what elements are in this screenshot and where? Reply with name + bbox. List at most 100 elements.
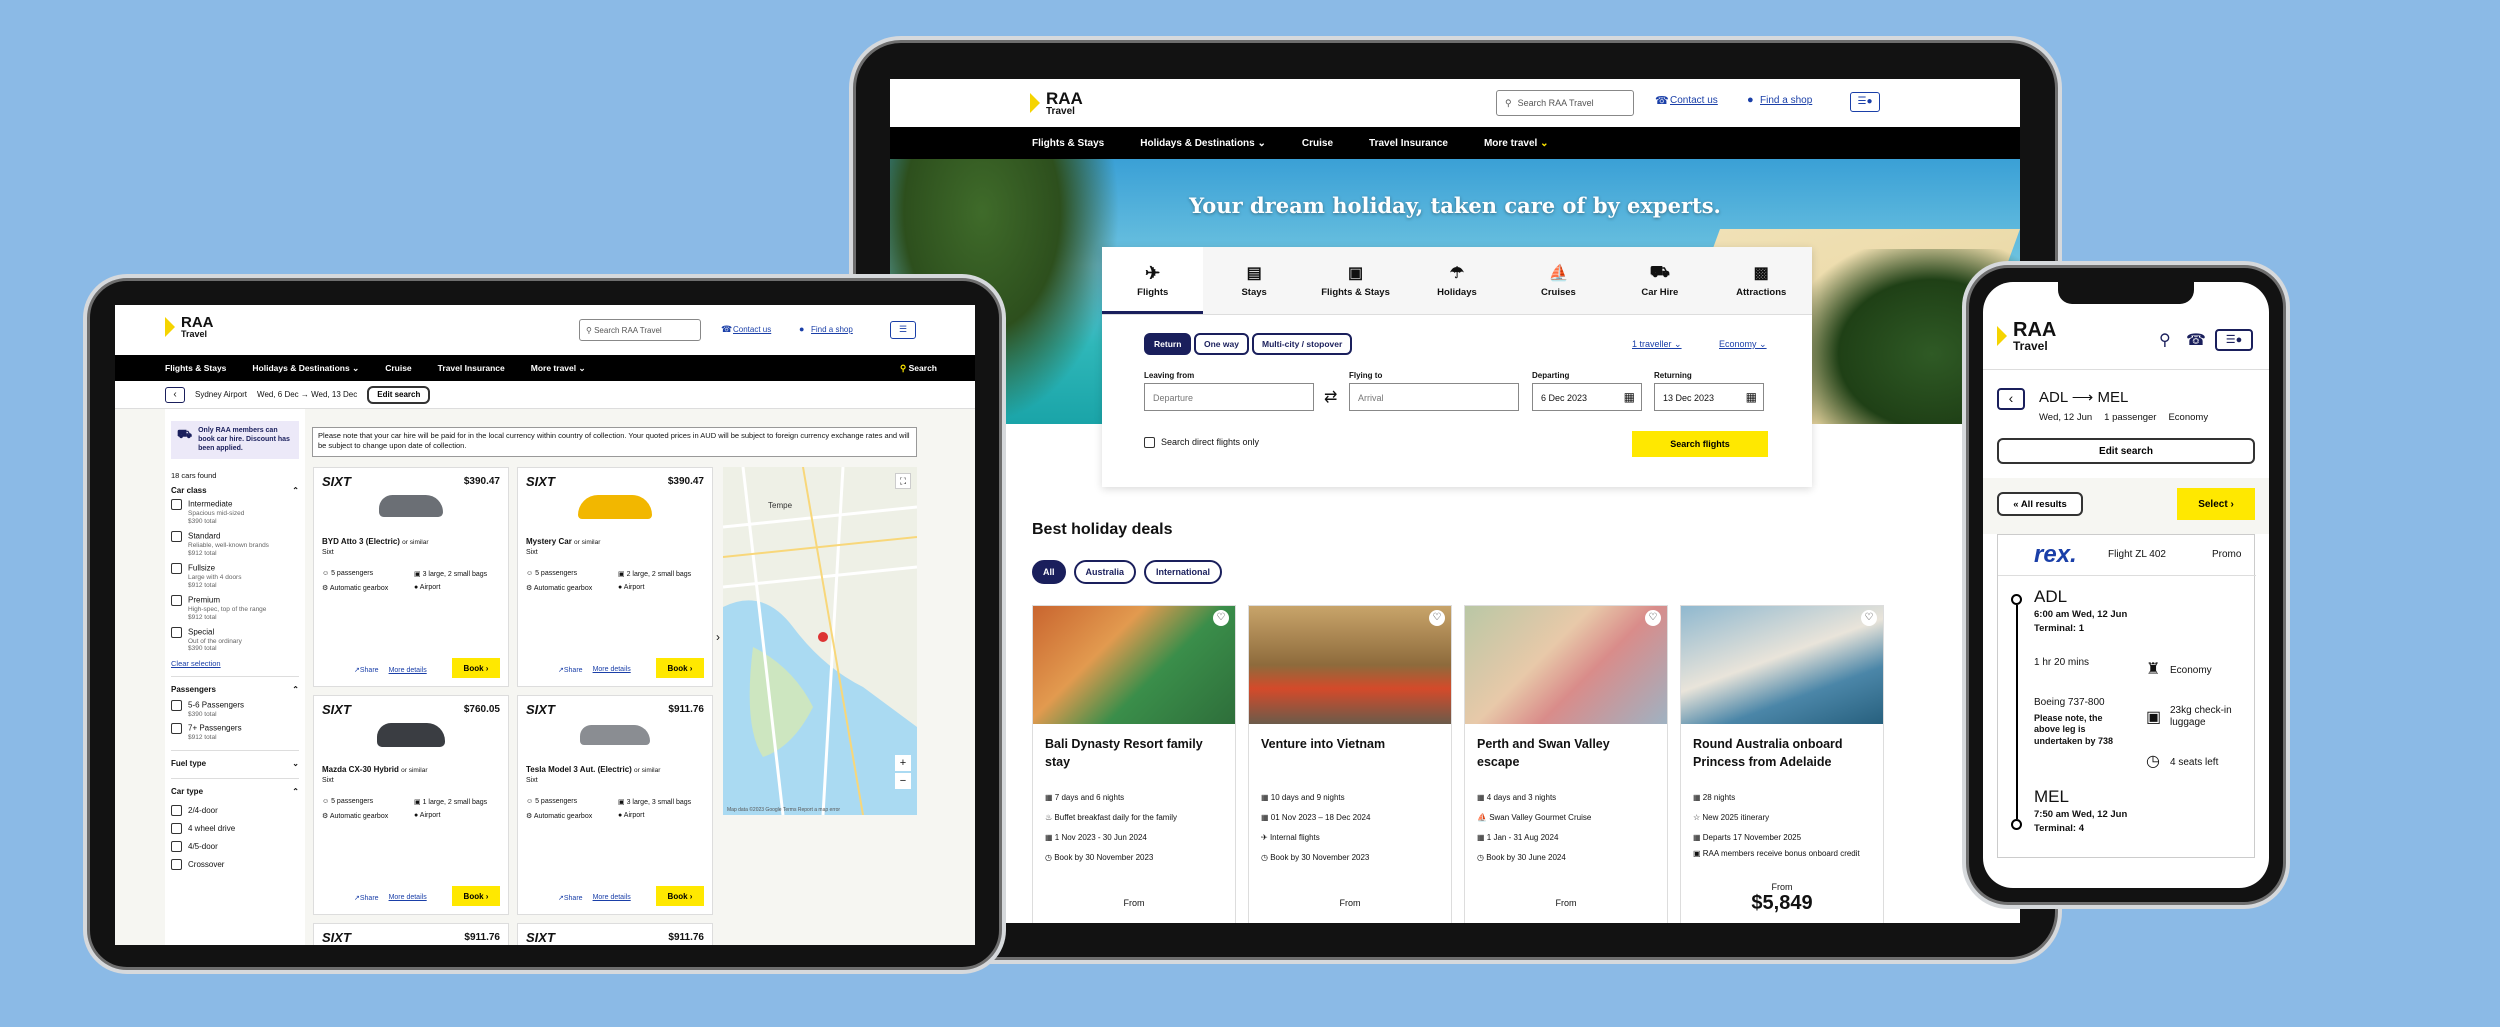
- book-button[interactable]: Book ›: [452, 658, 500, 678]
- filter-option[interactable]: 7+ Passengers $912 total: [171, 723, 299, 741]
- filter-option[interactable]: 4/5-door: [171, 838, 299, 856]
- heart-icon[interactable]: ♡: [1429, 610, 1445, 626]
- filter-all-button[interactable]: All: [1032, 560, 1066, 584]
- tab-flights-stays[interactable]: ▣ Flights & Stays: [1304, 247, 1407, 314]
- results-map[interactable]: Tempe ⛶ + − Map data ©2023 Google Terms …: [723, 467, 917, 815]
- flying-to-input[interactable]: Arrival: [1349, 383, 1519, 411]
- contact-us-link[interactable]: Contact us: [733, 325, 771, 334]
- menu-account-button[interactable]: ☰●: [2215, 329, 2253, 351]
- deal-card[interactable]: ♡ Bali Dynasty Resort family stay ▦ 7 da…: [1032, 605, 1236, 923]
- filter-option[interactable]: Standard Reliable, well-known brands $912 …: [171, 531, 299, 557]
- car-card[interactable]: SIXT $760.05 Mazda CX-30 Hybrid or simil…: [313, 695, 509, 915]
- deal-card[interactable]: ♡ Venture into Vietnam ▦ 10 days and 9 n…: [1248, 605, 1452, 923]
- share-link[interactable]: ↗Share: [354, 666, 379, 674]
- search-flights-button[interactable]: Search flights: [1632, 431, 1768, 457]
- nav-cruise[interactable]: Cruise: [1302, 138, 1333, 149]
- leaving-from-input[interactable]: Departure: [1144, 383, 1314, 411]
- edit-search-button[interactable]: Edit search: [367, 385, 431, 404]
- clear-selection-link[interactable]: Clear selection: [171, 659, 221, 668]
- menu-account-button[interactable]: ☰: [890, 321, 916, 339]
- deal-card[interactable]: ♡ Round Australia onboard Princess from …: [1680, 605, 1884, 923]
- back-button[interactable]: ‹: [1997, 388, 2025, 410]
- nav-holidays[interactable]: Holidays & Destinations ⌄: [1140, 138, 1266, 149]
- nav-search[interactable]: ⚲ Search: [900, 363, 937, 374]
- filter-option[interactable]: Crossover: [171, 856, 299, 874]
- nav-flights-stays[interactable]: Flights & Stays: [165, 363, 226, 373]
- car-type-heading[interactable]: Car type ⌃: [171, 787, 299, 796]
- trip-one-way-button[interactable]: One way: [1194, 333, 1249, 355]
- tab-car-hire[interactable]: ⛟ Car Hire: [1609, 247, 1711, 314]
- filter-international-button[interactable]: International: [1144, 560, 1223, 584]
- more-details-link[interactable]: More details: [593, 894, 631, 902]
- phone-icon[interactable]: ☎: [2186, 330, 2206, 350]
- heart-icon[interactable]: ♡: [1645, 610, 1661, 626]
- departing-input[interactable]: 6 Dec 2023 ▦: [1532, 383, 1642, 411]
- heart-icon[interactable]: ♡: [1213, 610, 1229, 626]
- search-icon[interactable]: ⚲: [2159, 330, 2171, 350]
- book-button[interactable]: Book ›: [656, 886, 704, 906]
- filter-option[interactable]: 4 wheel drive: [171, 820, 299, 838]
- raa-travel-logo[interactable]: RAA Travel: [165, 315, 214, 339]
- tab-holidays[interactable]: ☂ Holidays: [1406, 247, 1508, 314]
- map-collapse-arrow[interactable]: ›: [716, 630, 720, 644]
- nav-cruise[interactable]: Cruise: [385, 363, 411, 373]
- raa-travel-logo[interactable]: RAA Travel: [1997, 320, 2056, 352]
- zoom-out-button[interactable]: −: [895, 773, 911, 789]
- search-input[interactable]: ⚲ Search RAA Travel: [579, 319, 701, 341]
- share-link[interactable]: ↗Share: [558, 666, 583, 674]
- menu-account-button[interactable]: ☰●: [1850, 92, 1880, 112]
- more-details-link[interactable]: More details: [389, 894, 427, 902]
- filter-australia-button[interactable]: Australia: [1073, 560, 1137, 584]
- car-card[interactable]: SIXT $390.47 Mystery Car or similar Sixt…: [517, 467, 713, 687]
- filter-option[interactable]: Premium High-spec, top of the range $912 t…: [171, 595, 299, 621]
- car-card[interactable]: SIXT $911.76: [517, 923, 713, 945]
- trip-multi-city-button[interactable]: Multi-city / stopover: [1252, 333, 1353, 355]
- tab-flights[interactable]: ✈ Flights: [1102, 247, 1204, 314]
- more-details-link[interactable]: More details: [593, 666, 631, 674]
- passengers-heading[interactable]: Passengers ⌃: [171, 685, 299, 694]
- nav-more-travel[interactable]: More travel ⌄: [1484, 138, 1549, 149]
- nav-flights-stays[interactable]: Flights & Stays: [1032, 138, 1104, 149]
- trip-return-button[interactable]: Return: [1144, 333, 1192, 355]
- tab-cruises[interactable]: ⛵ Cruises: [1507, 247, 1610, 314]
- car-card[interactable]: SIXT $390.47 BYD Atto 3 (Electric) or si…: [313, 467, 509, 687]
- deal-card[interactable]: ♡ Perth and Swan Valley escape ▦ 4 days …: [1464, 605, 1668, 923]
- book-button[interactable]: Book ›: [656, 658, 704, 678]
- contact-us-link[interactable]: Contact us: [1670, 95, 1718, 106]
- heart-icon[interactable]: ♡: [1861, 610, 1877, 626]
- nav-holidays[interactable]: Holidays & Destinations ⌄: [252, 363, 359, 374]
- car-card[interactable]: SIXT $911.76: [313, 923, 509, 945]
- find-a-shop-link[interactable]: Find a shop: [1760, 95, 1812, 106]
- all-results-button[interactable]: « All results: [1997, 492, 2083, 516]
- nav-travel-insurance[interactable]: Travel Insurance: [1369, 138, 1448, 149]
- car-card[interactable]: SIXT $911.76 Tesla Model 3 Aut. (Electri…: [517, 695, 713, 915]
- cabin-select[interactable]: Economy ⌄: [1719, 339, 1767, 350]
- traveller-select[interactable]: 1 traveller ⌄: [1632, 339, 1682, 350]
- swap-icon[interactable]: ⇄: [1324, 387, 1337, 407]
- raa-travel-logo[interactable]: RAA Travel: [1030, 90, 1083, 117]
- returning-input[interactable]: 13 Dec 2023 ▦: [1654, 383, 1764, 411]
- fuel-type-heading[interactable]: Fuel type ⌄: [171, 759, 299, 768]
- filter-option[interactable]: 2/4-door: [171, 802, 299, 820]
- select-flight-button[interactable]: Select ›: [2177, 488, 2255, 520]
- nav-more-travel[interactable]: More travel ⌄: [531, 363, 586, 374]
- tab-stays[interactable]: ▤ Stays: [1203, 247, 1305, 314]
- car-class-heading[interactable]: Car class ⌃: [171, 486, 299, 495]
- filter-option[interactable]: Special Out of the ordinary $390 total: [171, 627, 299, 653]
- tab-attractions[interactable]: ▩ Attractions: [1710, 247, 1812, 314]
- filter-option[interactable]: Fullsize Large with 4 doors $912 total: [171, 563, 299, 589]
- search-input[interactable]: ⚲ Search RAA Travel: [1496, 90, 1634, 116]
- edit-search-button[interactable]: Edit search: [1997, 438, 2255, 464]
- direct-flights-checkbox[interactable]: Search direct flights only: [1144, 437, 1259, 449]
- share-link[interactable]: ↗Share: [558, 894, 583, 902]
- zoom-in-button[interactable]: +: [895, 755, 911, 771]
- nav-travel-insurance[interactable]: Travel Insurance: [438, 363, 505, 373]
- share-link[interactable]: ↗Share: [354, 894, 379, 902]
- filter-option[interactable]: 5-6 Passengers $390 total: [171, 699, 299, 718]
- find-a-shop-link[interactable]: Find a shop: [811, 325, 853, 334]
- fullscreen-icon[interactable]: ⛶: [895, 473, 911, 489]
- filter-option[interactable]: Intermediate Spacious mid-sized $390 total: [171, 499, 299, 525]
- more-details-link[interactable]: More details: [389, 667, 427, 674]
- back-button[interactable]: ‹: [165, 386, 185, 403]
- book-button[interactable]: Book ›: [452, 886, 500, 906]
